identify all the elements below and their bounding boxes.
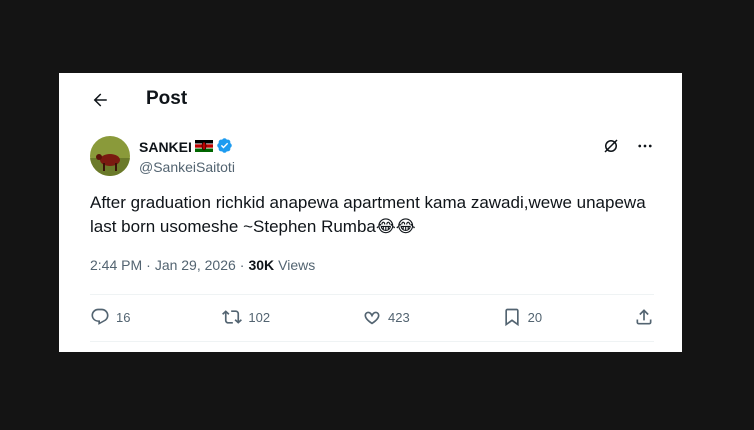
like-count: 423 <box>387 309 410 325</box>
back-button[interactable] <box>86 86 114 114</box>
reply-icon <box>90 307 110 327</box>
divider <box>90 341 654 342</box>
divider <box>90 294 654 295</box>
views-label: Views <box>278 257 316 273</box>
repost-button[interactable]: 102 <box>222 307 270 327</box>
heart-icon <box>362 307 382 327</box>
share-button[interactable] <box>634 307 654 327</box>
repost-count: 102 <box>248 309 271 325</box>
bookmark-icon <box>502 307 522 327</box>
post-top-actions <box>602 137 654 155</box>
grok-icon[interactable] <box>602 137 620 155</box>
like-button[interactable]: 423 <box>362 307 410 327</box>
post-header: Post <box>59 73 682 126</box>
post-meta: 2:44 PM · Jan 29, 2026 · 30K Views <box>90 257 315 273</box>
author-name[interactable]: SANKEI <box>139 139 192 155</box>
repost-icon <box>222 307 243 327</box>
meta-separator: · <box>146 257 151 273</box>
avatar[interactable] <box>90 136 130 176</box>
author-handle[interactable]: @SankeiSaitoti <box>139 159 235 175</box>
author-name-row: SANKEI <box>139 137 233 157</box>
post-time[interactable]: 2:44 PM <box>90 257 142 273</box>
bookmark-button[interactable]: 20 <box>502 307 542 327</box>
more-options-icon[interactable] <box>636 137 654 155</box>
reply-count: 16 <box>116 309 131 325</box>
arrow-left-icon <box>91 91 109 109</box>
bookmark-count: 20 <box>527 309 543 325</box>
post-card: Post SANKEI @SankeiSaitoti After graduat… <box>59 73 682 352</box>
reply-button[interactable]: 16 <box>90 307 130 327</box>
post-actions-bar: 16 102 423 20 <box>90 305 654 329</box>
share-icon <box>634 307 654 327</box>
views-count: 30K <box>248 257 275 273</box>
post-text: After graduation richkid anapewa apartme… <box>90 193 646 236</box>
verified-badge-icon <box>216 137 233 157</box>
post-date[interactable]: Jan 29, 2026 <box>155 257 236 273</box>
kenya-flag-icon <box>194 139 213 155</box>
meta-separator: · <box>239 257 245 273</box>
page-title: Post <box>146 88 188 109</box>
